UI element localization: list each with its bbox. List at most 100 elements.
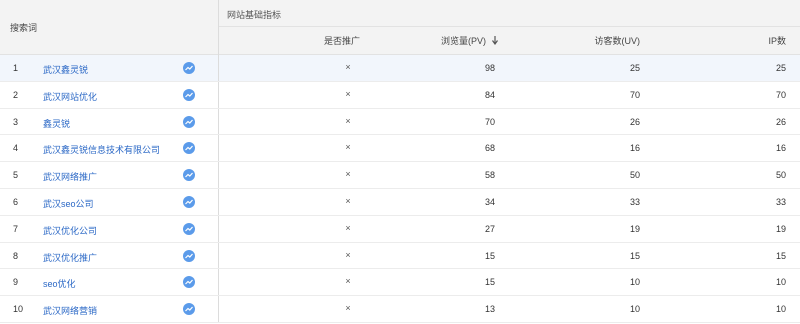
promoted-value: × bbox=[345, 276, 351, 287]
row-index: 7 bbox=[13, 223, 19, 234]
table-row[interactable]: 6 武汉seo公司 × 34 33 33 bbox=[0, 188, 800, 216]
promoted-value: × bbox=[345, 222, 351, 233]
table-row[interactable]: 7 武汉优化公司 × 27 19 19 bbox=[0, 215, 800, 243]
trend-chart-icon[interactable] bbox=[183, 169, 195, 182]
table-row[interactable]: 8 武汉优化推广 × 15 15 15 bbox=[0, 242, 800, 270]
ip-value: 26 bbox=[775, 116, 786, 127]
keyword-link[interactable]: 武汉优化推广 bbox=[43, 251, 97, 264]
ip-value: 33 bbox=[775, 196, 786, 207]
keyword-cell: 5 武汉网络推广 bbox=[0, 162, 219, 188]
keyword-link[interactable]: 鑫灵锐 bbox=[43, 117, 70, 130]
keyword-link[interactable]: seo优化 bbox=[43, 277, 76, 290]
row-index: 4 bbox=[13, 143, 19, 154]
ip-column-label[interactable]: IP数 bbox=[768, 36, 786, 46]
row-index: 2 bbox=[13, 89, 19, 100]
row-index: 9 bbox=[13, 277, 19, 288]
keyword-cell: 3 鑫灵锐 bbox=[0, 108, 219, 135]
trend-chart-icon[interactable] bbox=[183, 115, 195, 128]
promoted-value: × bbox=[345, 169, 351, 180]
trend-chart-icon[interactable] bbox=[183, 142, 195, 155]
uv-value: 15 bbox=[629, 250, 640, 261]
pv-value: 70 bbox=[484, 116, 495, 127]
uv-value: 25 bbox=[629, 63, 640, 73]
keyword-cell: 8 武汉优化推广 bbox=[0, 242, 219, 269]
keyword-link[interactable]: 武汉鑫灵锐信息技术有限公司 bbox=[43, 143, 160, 156]
promoted-value: × bbox=[345, 88, 351, 99]
keyword-link[interactable]: 武汉seo公司 bbox=[43, 197, 94, 210]
keyword-report-table: 搜索词 网站基础指标 是否推广 浏览量(PV) 访客数(UV) IP数 1 武汉鑫… bbox=[0, 0, 800, 324]
table-body: 1 武汉鑫灵锐 × 98 25 25 2 武汉网站优化 × 84 70 70 3 鑫灵锐 × 70 26 26 4 武… bbox=[0, 55, 800, 323]
row-index: 3 bbox=[13, 116, 19, 127]
promoted-value: × bbox=[345, 62, 351, 72]
keyword-cell: 4 武汉鑫灵锐信息技术有限公司 bbox=[0, 135, 219, 162]
pv-column-header[interactable]: 浏览量(PV) bbox=[360, 28, 498, 55]
table-row[interactable]: 3 鑫灵锐 × 70 26 26 bbox=[0, 108, 800, 136]
pv-value: 34 bbox=[484, 196, 495, 207]
keyword-cell: 6 武汉seo公司 bbox=[0, 188, 219, 215]
keyword-column-label: 搜索词 bbox=[10, 23, 38, 33]
keyword-cell: 1 武汉鑫灵锐 bbox=[0, 55, 219, 81]
trend-chart-icon[interactable] bbox=[183, 249, 195, 262]
pv-value: 58 bbox=[484, 170, 495, 181]
pv-value: 15 bbox=[484, 250, 495, 261]
ip-value: 10 bbox=[775, 277, 786, 288]
keyword-cell: 10 武汉网络营销 bbox=[0, 296, 219, 322]
keyword-link[interactable]: 武汉优化公司 bbox=[43, 224, 97, 237]
uv-column-label[interactable]: 访客数(UV) bbox=[595, 36, 641, 46]
table-row[interactable]: 9 seo优化 × 15 10 10 bbox=[0, 269, 800, 297]
keyword-link[interactable]: 武汉网站优化 bbox=[43, 90, 97, 103]
promoted-value: × bbox=[345, 195, 351, 206]
keyword-column-header: 搜索词 bbox=[0, 0, 219, 55]
uv-value: 50 bbox=[629, 170, 640, 181]
uv-value: 10 bbox=[629, 304, 640, 315]
row-index: 1 bbox=[13, 63, 19, 73]
pv-column-label[interactable]: 浏览量(PV) bbox=[441, 36, 486, 46]
keyword-link[interactable]: 武汉网络推广 bbox=[43, 170, 97, 183]
pv-value: 98 bbox=[484, 63, 495, 73]
uv-value: 19 bbox=[629, 223, 640, 234]
ip-column-header[interactable]: IP数 bbox=[640, 28, 786, 55]
ip-value: 70 bbox=[775, 89, 786, 100]
keyword-link[interactable]: 武汉鑫灵锐 bbox=[43, 63, 88, 76]
pv-value: 27 bbox=[484, 223, 495, 234]
ip-value: 15 bbox=[775, 250, 786, 261]
trend-chart-icon[interactable] bbox=[183, 62, 195, 74]
ip-value: 25 bbox=[775, 63, 786, 73]
pv-value: 84 bbox=[484, 89, 495, 100]
trend-chart-icon[interactable] bbox=[183, 303, 195, 316]
uv-column-header[interactable]: 访客数(UV) bbox=[498, 28, 641, 55]
ip-value: 16 bbox=[775, 143, 786, 154]
promoted-value: × bbox=[345, 142, 351, 153]
pv-value: 15 bbox=[484, 277, 495, 288]
table-row[interactable]: 5 武汉网络推广 × 58 50 50 bbox=[0, 162, 800, 189]
trend-chart-icon[interactable] bbox=[183, 222, 195, 235]
trend-chart-icon[interactable] bbox=[183, 88, 195, 101]
promoted-column-label: 是否推广 bbox=[323, 36, 360, 46]
uv-value: 10 bbox=[629, 277, 640, 288]
keyword-cell: 2 武汉网站优化 bbox=[0, 81, 219, 108]
row-index: 8 bbox=[13, 250, 19, 261]
table-row[interactable]: 1 武汉鑫灵锐 × 98 25 25 bbox=[0, 55, 800, 82]
uv-value: 26 bbox=[629, 116, 640, 127]
keyword-cell: 9 seo优化 bbox=[0, 269, 219, 296]
uv-value: 33 bbox=[629, 196, 640, 207]
row-index: 10 bbox=[13, 304, 24, 315]
row-index: 6 bbox=[13, 196, 19, 207]
table-row[interactable]: 10 武汉网络营销 × 13 10 10 bbox=[0, 296, 800, 323]
keyword-link[interactable]: 武汉网络营销 bbox=[43, 304, 97, 317]
row-index: 5 bbox=[13, 170, 19, 181]
uv-value: 70 bbox=[629, 89, 640, 100]
table-row[interactable]: 2 武汉网站优化 × 84 70 70 bbox=[0, 81, 800, 109]
promoted-value: × bbox=[345, 249, 351, 260]
table-header: 搜索词 网站基础指标 是否推广 浏览量(PV) 访客数(UV) IP数 bbox=[0, 0, 800, 55]
pv-value: 68 bbox=[484, 143, 495, 154]
promoted-column-header: 是否推广 bbox=[219, 28, 360, 55]
ip-value: 19 bbox=[775, 223, 786, 234]
ip-value: 10 bbox=[775, 304, 786, 315]
metrics-group-label: 网站基础指标 bbox=[227, 10, 282, 20]
promoted-value: × bbox=[345, 303, 351, 314]
metrics-group-header: 网站基础指标 bbox=[219, 0, 800, 27]
table-row[interactable]: 4 武汉鑫灵锐信息技术有限公司 × 68 16 16 bbox=[0, 135, 800, 163]
trend-chart-icon[interactable] bbox=[183, 195, 195, 208]
trend-chart-icon[interactable] bbox=[183, 276, 195, 289]
